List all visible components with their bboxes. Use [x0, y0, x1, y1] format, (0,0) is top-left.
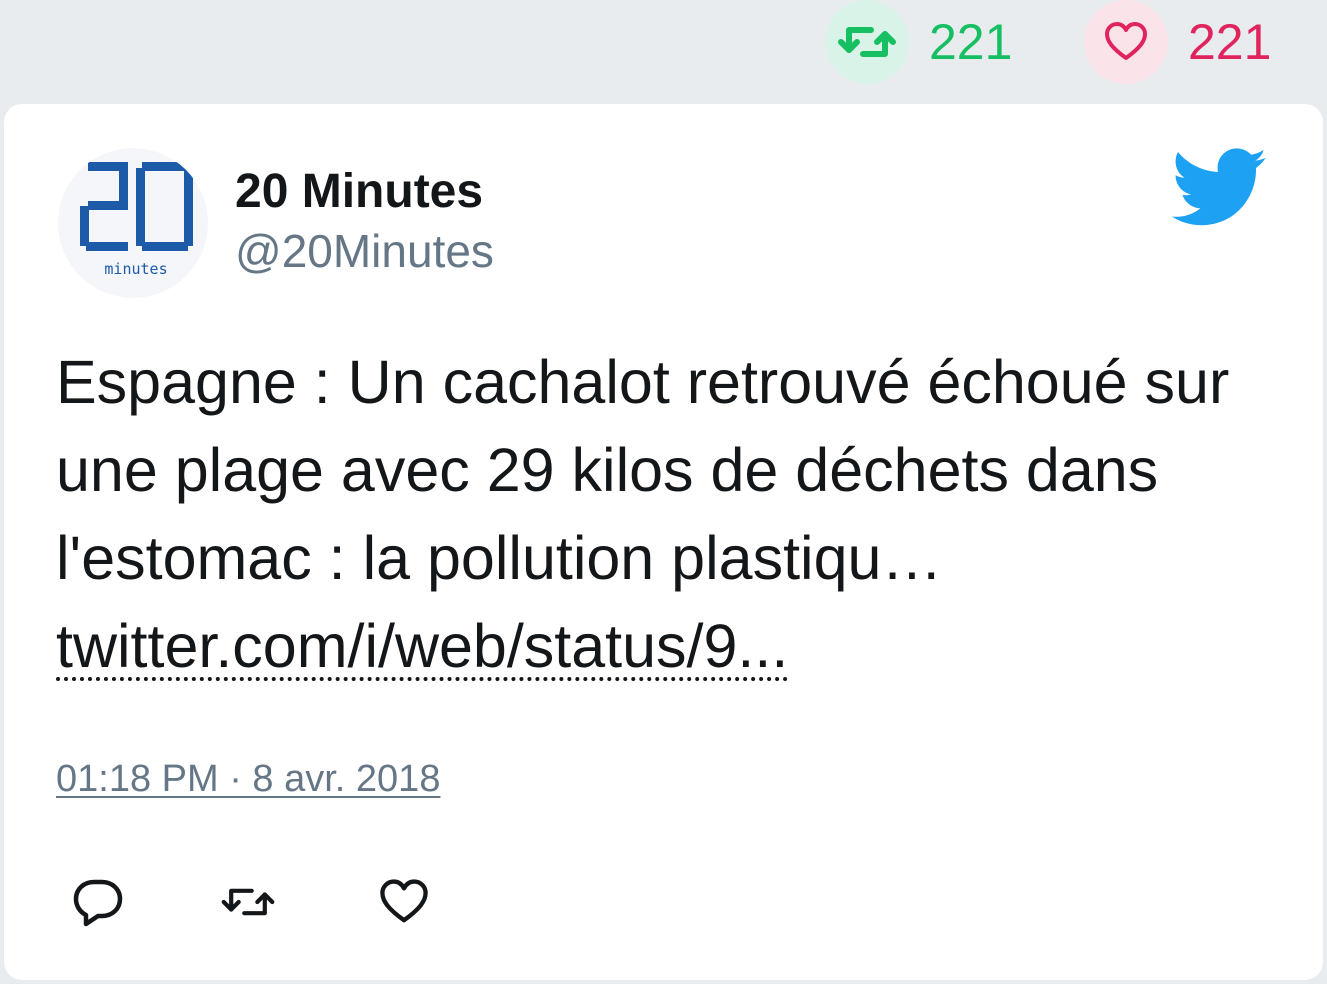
twitter-bird-icon[interactable] — [1171, 148, 1268, 228]
author-name[interactable]: 20 Minutes — [235, 165, 483, 219]
retweet-count: 221 — [929, 14, 1013, 70]
heart-icon — [1105, 22, 1147, 60]
tweet-text: Espagne : Un cachalot retrouvé échoué su… — [56, 338, 1276, 690]
tweet-link[interactable]: twitter.com/i/web/status/9... — [56, 615, 789, 681]
retweet-icon — [838, 27, 896, 57]
tweet-card: minutes 20 Minutes @20Minutes Espagne : … — [4, 104, 1323, 980]
retweet-button[interactable] — [220, 874, 276, 930]
reply-button[interactable] — [70, 874, 126, 930]
retweet-stat[interactable]: 221 — [825, 0, 1012, 84]
like-stat[interactable]: 221 — [1084, 0, 1271, 84]
tweet-timestamp[interactable]: 01:18 PM · 8 avr. 2018 — [56, 758, 440, 801]
avatar-logo-word: minutes — [104, 260, 167, 278]
avatar[interactable]: minutes — [58, 148, 208, 298]
like-button[interactable] — [376, 874, 432, 930]
like-count: 221 — [1188, 14, 1272, 70]
retweet-icon — [221, 888, 275, 916]
engagement-stats-bar: 221 221 — [0, 0, 1327, 100]
reply-icon — [73, 879, 123, 927]
heart-icon — [380, 879, 428, 923]
retweet-stat-icon-circle — [825, 0, 909, 84]
author-handle[interactable]: @20Minutes — [235, 226, 494, 277]
20-minutes-logo-icon: minutes — [80, 162, 193, 278]
tweet-body: Espagne : Un cachalot retrouvé échoué su… — [56, 348, 1230, 592]
like-stat-icon-circle — [1084, 0, 1168, 84]
